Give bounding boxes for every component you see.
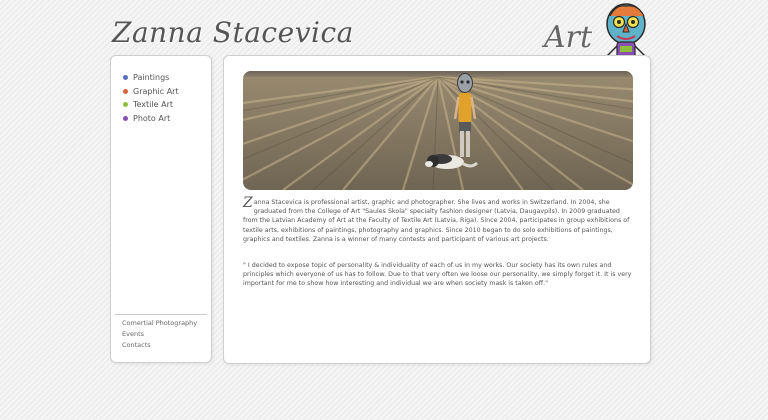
bio-text: Zanna Stacevica is professional artist, …: [243, 195, 633, 244]
bullet-icon: [123, 115, 128, 121]
hero-photo: [243, 71, 633, 190]
bullet-icon: [123, 75, 128, 81]
bullet-icon: [123, 88, 128, 94]
sidebar-panel: Paintings Graphic Art Textile Art Photo …: [110, 55, 212, 363]
bio-dropcap: Z: [243, 195, 253, 211]
secondary-navigation: Comertial Photography Events Contacts: [122, 318, 197, 351]
nav-item-label: Paintings: [133, 73, 170, 83]
bullet-icon: [123, 102, 128, 108]
nav-item-label: Textile Art: [133, 100, 173, 110]
nav-item-label: Photo Art: [133, 113, 171, 123]
artist-quote: " I decided to expose topic of personali…: [243, 262, 632, 288]
nav-item-photo-art[interactable]: Photo Art: [123, 112, 179, 126]
nav-link-comertial-photography[interactable]: Comertial Photography: [122, 318, 197, 329]
sidebar-divider: [115, 314, 207, 315]
site-title[interactable]: Zanna Stacevica: [112, 16, 354, 49]
nav-item-textile-art[interactable]: Textile Art: [123, 98, 179, 112]
nav-item-label: Graphic Art: [133, 86, 179, 96]
art-wordmark: Art: [544, 20, 593, 55]
nav-link-contacts[interactable]: Contacts: [122, 340, 197, 351]
main-navigation: Paintings Graphic Art Textile Art Photo …: [123, 71, 179, 125]
nav-item-graphic-art[interactable]: Graphic Art: [123, 85, 179, 99]
nav-item-paintings[interactable]: Paintings: [123, 71, 179, 85]
content-panel: Zanna Stacevica is professional artist, …: [223, 55, 651, 364]
nav-link-events[interactable]: Events: [122, 329, 197, 340]
bio-body: anna Stacevica is professional artist, g…: [243, 199, 630, 243]
